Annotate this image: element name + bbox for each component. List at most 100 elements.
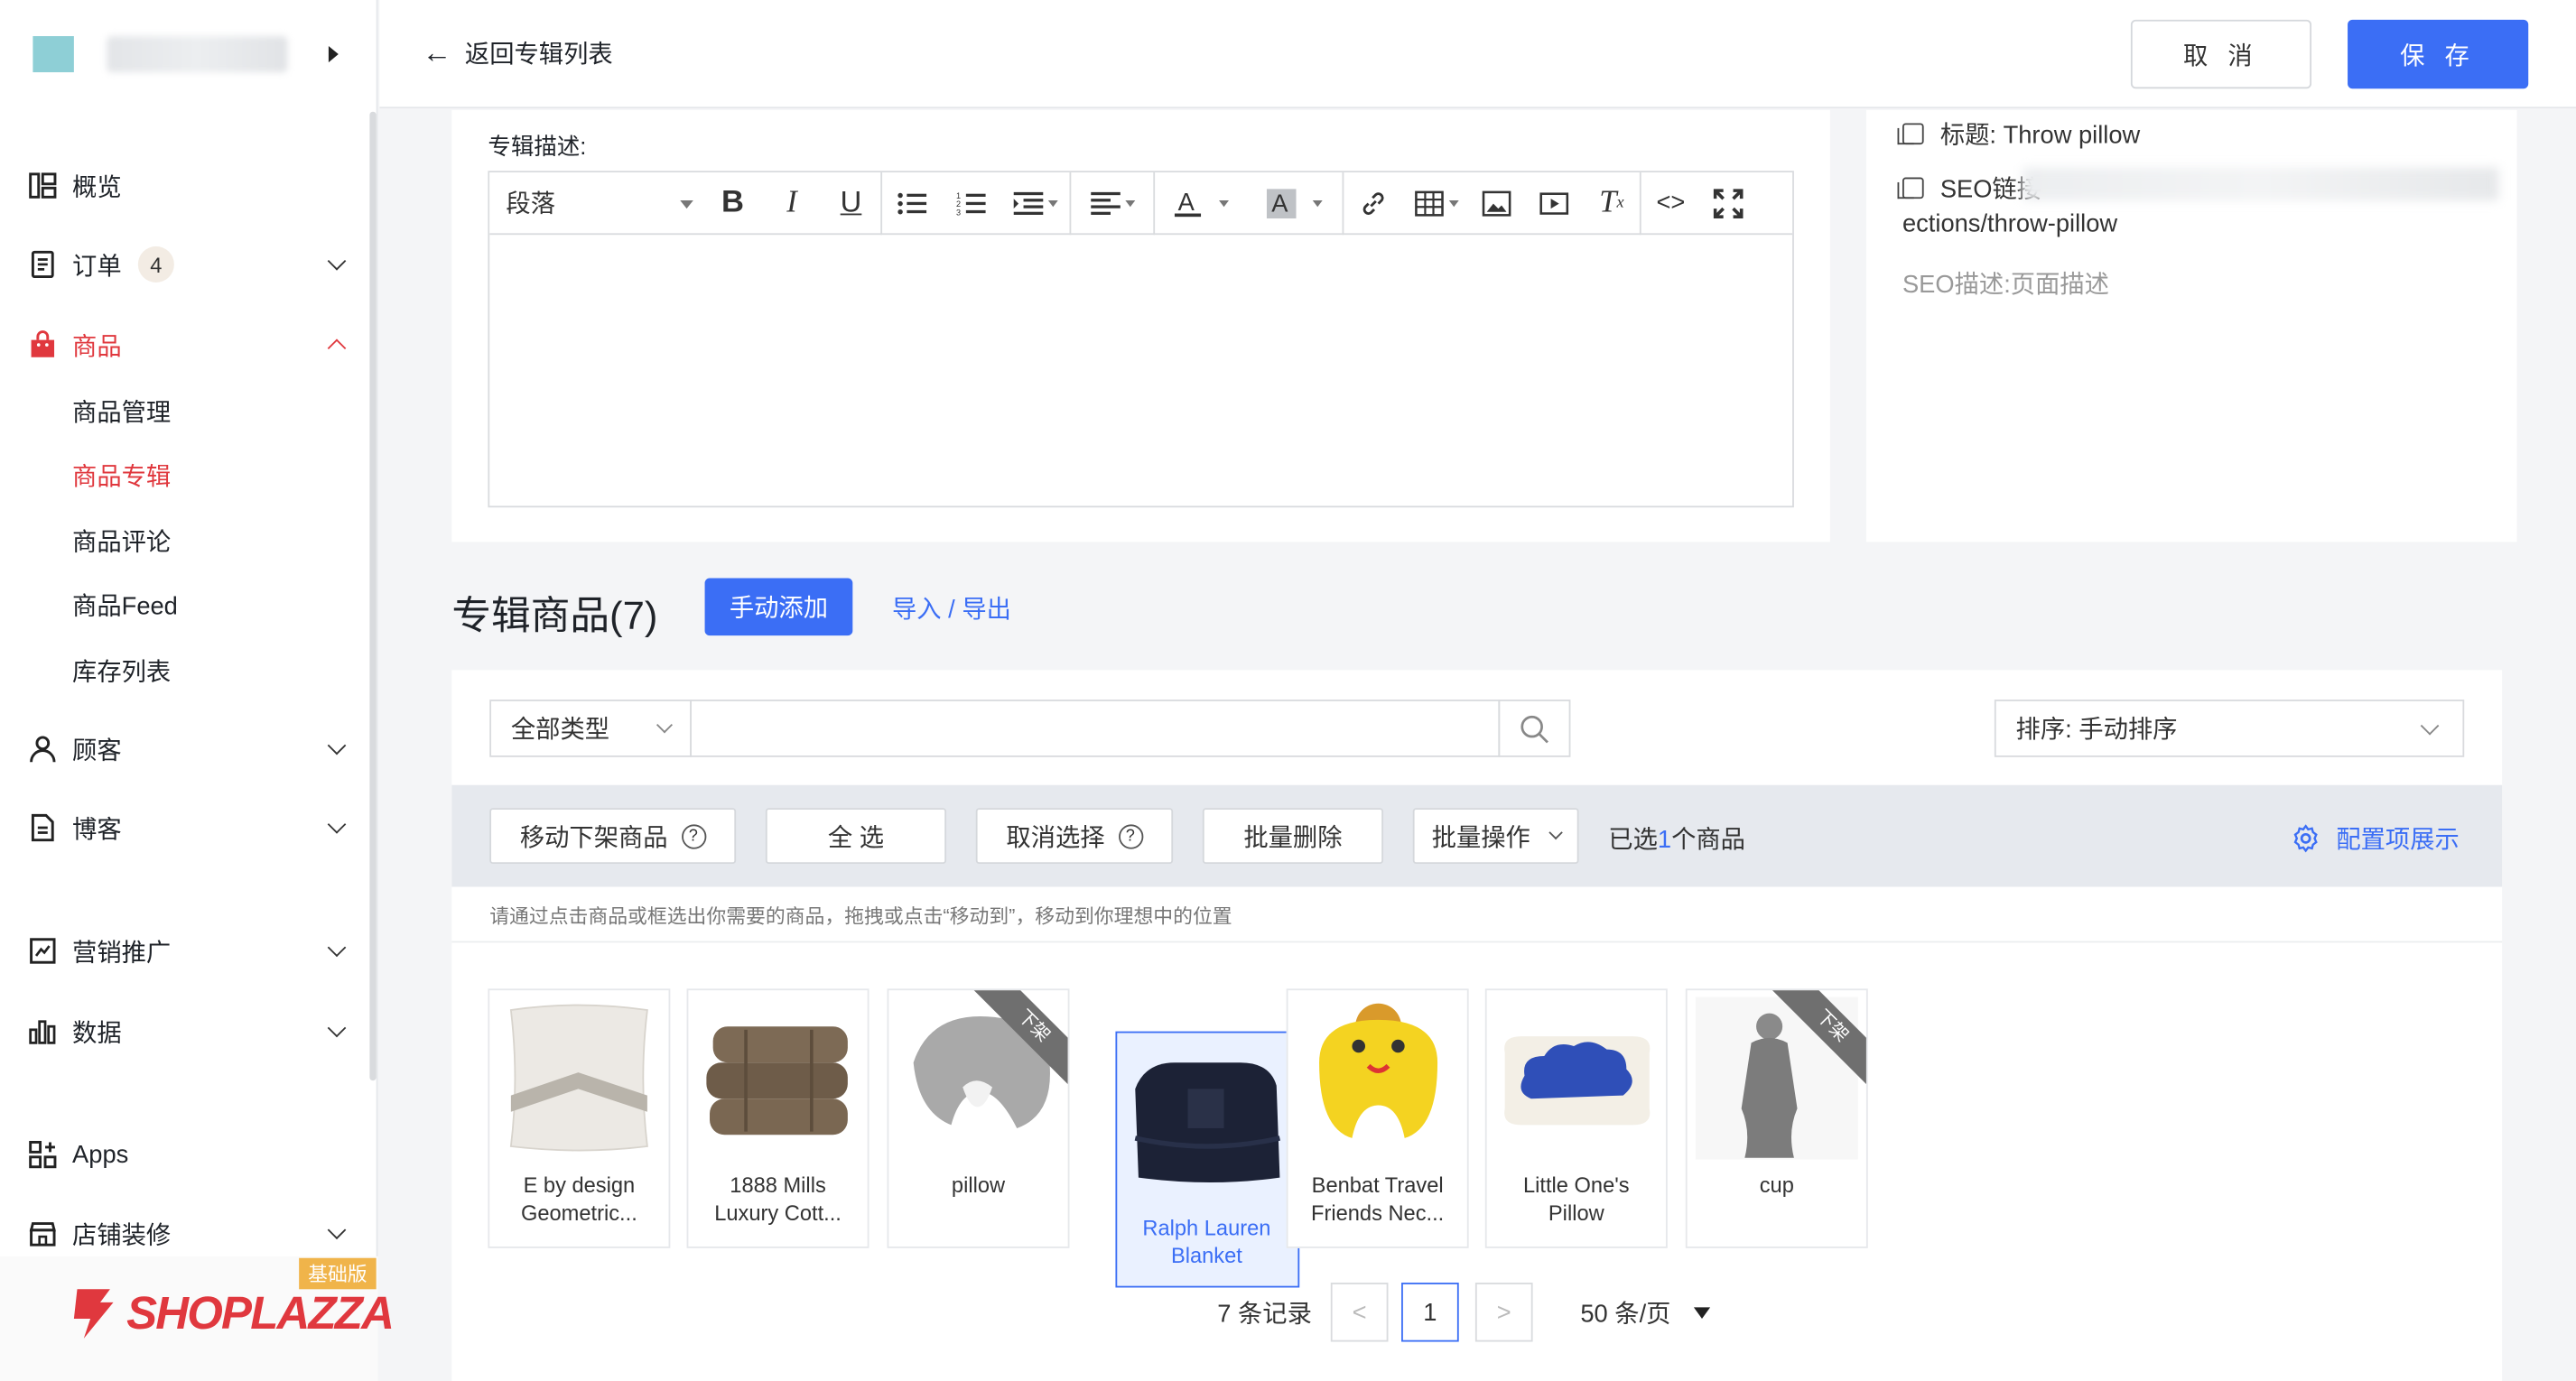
bold-icon[interactable]: B bbox=[703, 171, 763, 234]
sidebar-subitem-collections[interactable]: 商品专辑 bbox=[72, 459, 171, 493]
page-size-select[interactable]: 50 条/页 bbox=[1580, 1296, 1711, 1330]
shop-icon bbox=[28, 1219, 58, 1248]
page-number-current[interactable]: 1 bbox=[1401, 1283, 1459, 1342]
sidebar-subitem-feed[interactable]: 商品Feed bbox=[72, 588, 178, 622]
save-button[interactable]: 保 存 bbox=[2348, 19, 2529, 89]
select-all-button[interactable]: 全 选 bbox=[765, 808, 947, 865]
cancel-button[interactable]: 取 消 bbox=[2130, 19, 2312, 89]
manual-add-button[interactable]: 手动添加 bbox=[704, 578, 853, 636]
move-offshelf-label: 移动下架商品 bbox=[519, 823, 668, 852]
background-color-icon[interactable]: A bbox=[1247, 171, 1343, 234]
dashboard-icon bbox=[28, 171, 58, 200]
editor-toolbar: 段落 B I U 123 A A T x <> bbox=[489, 171, 1793, 236]
batch-delete-button[interactable]: 批量删除 bbox=[1202, 808, 1384, 865]
code-view-icon[interactable]: <> bbox=[1641, 171, 1701, 234]
paragraph-format-select[interactable]: 段落 bbox=[489, 171, 703, 234]
record-count: 7 条记录 bbox=[1217, 1300, 1312, 1329]
sidebar-item-label: 概览 bbox=[72, 172, 122, 201]
sidebar-item-blog[interactable]: 博客 bbox=[28, 803, 357, 853]
sidebar-item-overview[interactable]: 概览 bbox=[28, 161, 357, 210]
copy-icon[interactable] bbox=[1897, 177, 1924, 199]
seo-link-tail-row: ections/throw-pillow bbox=[1902, 210, 2117, 238]
back-to-collections-link[interactable]: ← 返回专辑列表 bbox=[423, 36, 613, 70]
chevron-up-icon[interactable] bbox=[327, 338, 347, 358]
apps-icon bbox=[28, 1140, 58, 1170]
bag-icon bbox=[28, 330, 58, 360]
help-icon[interactable]: ? bbox=[681, 823, 706, 848]
batch-operations-label: 批量操作 bbox=[1431, 823, 1530, 852]
sidebar-item-label: 订单 bbox=[72, 252, 122, 281]
order-count-badge: 4 bbox=[137, 246, 174, 283]
chevron-down-icon[interactable] bbox=[327, 815, 347, 834]
underline-icon[interactable]: U bbox=[822, 171, 881, 234]
caret-down-icon bbox=[1447, 199, 1458, 207]
product-tile[interactable]: 下架 cup bbox=[1685, 988, 1868, 1248]
clear-format-icon[interactable]: Tx bbox=[1584, 171, 1640, 234]
display-config-link[interactable]: 配置项展示 bbox=[2292, 821, 2460, 856]
link-icon[interactable] bbox=[1344, 171, 1403, 234]
shoplazza-mark-icon bbox=[73, 1289, 114, 1339]
sidebar-item-data[interactable]: 数据 bbox=[28, 1006, 357, 1056]
product-tile[interactable]: Benbat Travel Friends Nec... bbox=[1286, 988, 1469, 1248]
sidebar-item-customers[interactable]: 顾客 bbox=[28, 724, 357, 774]
deselect-button[interactable]: 取消选择 ? bbox=[975, 808, 1174, 865]
table-icon[interactable] bbox=[1403, 171, 1469, 234]
sidebar-item-label: 数据 bbox=[72, 1018, 122, 1047]
chevron-down-icon[interactable] bbox=[327, 938, 347, 958]
sidebar-item-shop-design[interactable]: 店铺装修 bbox=[28, 1209, 357, 1258]
chevron-down-icon bbox=[2420, 716, 2440, 736]
sidebar-item-orders[interactable]: 订单 4 bbox=[28, 240, 357, 290]
type-filter-value: 全部类型 bbox=[510, 716, 610, 745]
chevron-down-icon[interactable] bbox=[327, 1220, 347, 1240]
copy-icon[interactable] bbox=[1897, 123, 1924, 145]
indent-icon[interactable] bbox=[1000, 171, 1069, 234]
product-tile[interactable]: E by design Geometric... bbox=[488, 988, 671, 1248]
image-icon[interactable] bbox=[1469, 171, 1525, 234]
sidebar-item-marketing[interactable]: 营销推广 bbox=[28, 926, 357, 976]
fullscreen-icon[interactable] bbox=[1700, 171, 1756, 234]
type-filter-select[interactable]: 全部类型 bbox=[489, 700, 693, 757]
sidebar-subitem-product-management[interactable]: 商品管理 bbox=[72, 394, 171, 429]
product-search-input[interactable] bbox=[690, 700, 1501, 757]
help-icon[interactable]: ? bbox=[1118, 823, 1143, 848]
chevron-down-icon[interactable] bbox=[327, 252, 347, 271]
back-label: 返回专辑列表 bbox=[464, 41, 613, 70]
bullet-list-icon[interactable] bbox=[882, 171, 942, 234]
import-export-link[interactable]: 导入 / 导出 bbox=[892, 591, 1011, 626]
numbered-list-icon[interactable]: 123 bbox=[942, 171, 1001, 234]
product-name: E by design Geometric... bbox=[520, 1172, 637, 1226]
arrow-left-icon: ← bbox=[422, 36, 452, 70]
sidebar-item-products[interactable]: 商品 bbox=[28, 320, 357, 370]
chevron-down-icon[interactable] bbox=[327, 1018, 347, 1038]
sidebar-scrollbar[interactable] bbox=[369, 111, 377, 1081]
chevron-down-icon[interactable] bbox=[327, 736, 347, 755]
product-tile[interactable]: Little One's Pillow bbox=[1484, 988, 1668, 1248]
sidebar-item-apps[interactable]: Apps bbox=[28, 1130, 357, 1180]
product-tile-selected[interactable]: Ralph Lauren Blanket bbox=[1115, 1031, 1300, 1288]
seo-preview-card: 标题: Throw pillow SEO链接 ections/throw-pil… bbox=[1865, 109, 2517, 542]
caret-right-icon[interactable] bbox=[328, 45, 339, 63]
caret-down-icon bbox=[1693, 1307, 1711, 1320]
search-button[interactable] bbox=[1498, 700, 1571, 757]
video-icon[interactable] bbox=[1524, 171, 1584, 234]
product-tile[interactable]: 下架 pillow bbox=[887, 988, 1070, 1248]
shoplazza-logo: SHOPLAZZA bbox=[70, 1286, 395, 1342]
store-switcher[interactable] bbox=[0, 0, 377, 108]
italic-icon[interactable]: I bbox=[762, 171, 822, 234]
search-icon bbox=[1520, 714, 1548, 743]
offshelf-tag: 下架 bbox=[1767, 990, 1866, 1089]
next-page-button[interactable]: > bbox=[1474, 1283, 1533, 1342]
sort-select[interactable]: 排序: 手动排序 bbox=[1994, 700, 2465, 757]
prev-page-button[interactable]: < bbox=[1330, 1283, 1389, 1342]
batch-operations-dropdown[interactable]: 批量操作 bbox=[1412, 808, 1579, 865]
offshelf-ribbon: 下架 bbox=[1767, 990, 1866, 1089]
move-offshelf-button[interactable]: 移动下架商品 ? bbox=[489, 808, 737, 865]
product-tile[interactable]: 1888 Mills Luxury Cott... bbox=[686, 988, 870, 1248]
align-icon[interactable] bbox=[1071, 171, 1153, 234]
font-color-icon[interactable]: A bbox=[1155, 171, 1247, 234]
editor-content-area[interactable] bbox=[489, 235, 1792, 505]
sidebar: 概览 订单 4 商品 商品管理 商品专辑 商品评论 商品Feed 库存列表 顾客… bbox=[0, 0, 395, 1381]
seo-title-row: 标题: Throw pillow bbox=[1897, 116, 2140, 151]
sidebar-subitem-reviews[interactable]: 商品评论 bbox=[72, 524, 171, 558]
sidebar-subitem-inventory[interactable]: 库存列表 bbox=[72, 653, 171, 688]
